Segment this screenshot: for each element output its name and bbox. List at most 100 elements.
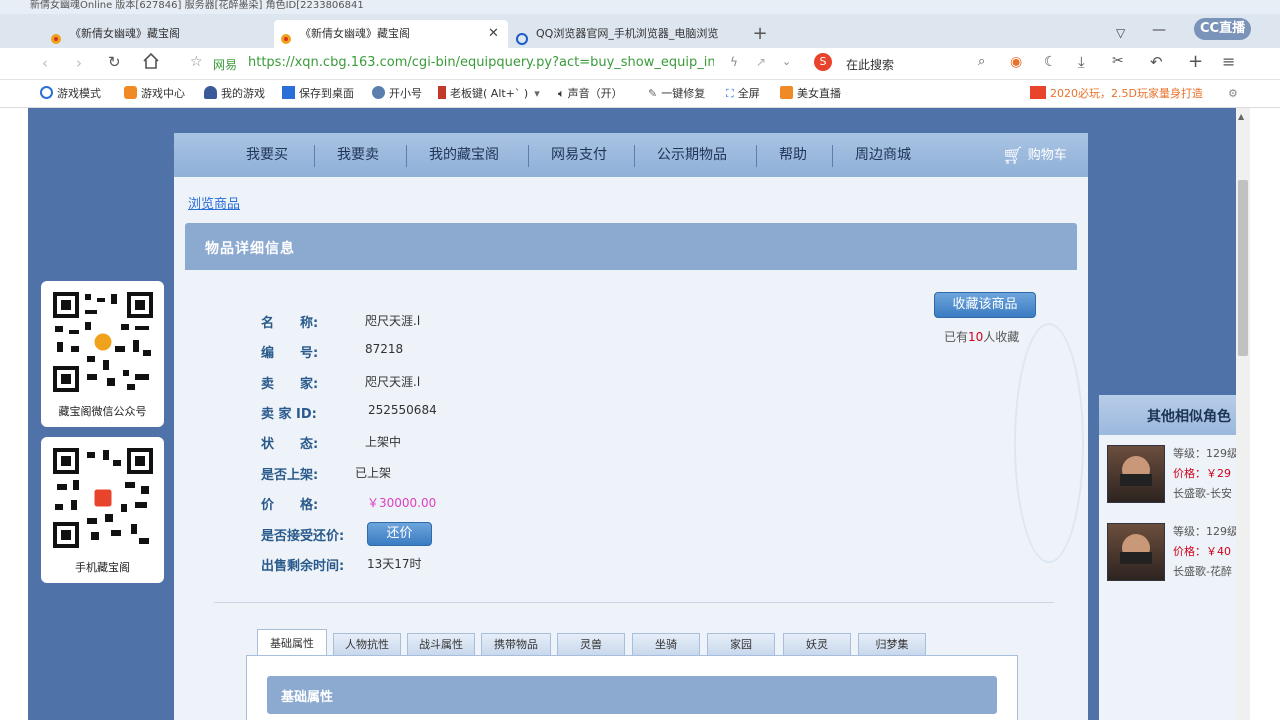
- detail-remaining-time: 出售剩余时间: 13天17时: [261, 557, 422, 574]
- divider: [214, 602, 1054, 603]
- cart-link[interactable]: 🛒︎ 购物车: [1002, 145, 1067, 167]
- share-icon[interactable]: ↗: [756, 55, 766, 69]
- similar-title: 其他相似角色: [1147, 409, 1231, 425]
- tie-icon: [438, 86, 446, 99]
- nav-help[interactable]: 帮助: [779, 133, 807, 177]
- bookmark-repair[interactable]: ✎ 一键修复: [648, 85, 705, 103]
- tab-home[interactable]: 家园: [707, 633, 775, 655]
- wrench-icon: ✎: [648, 87, 658, 100]
- section-title: 物品详细信息: [205, 241, 295, 257]
- similar-item[interactable]: 等级：129级 价格：￥29 长盛歌-长安: [1099, 445, 1236, 505]
- nav-buy[interactable]: 我要买: [246, 133, 288, 177]
- tab-bar: 《新倩女幽魂》藏宝阁 《新倩女幽魂》藏宝阁 ✕ QQ浏览器官网_手机浏览器_电脑…: [0, 14, 1280, 48]
- shirt-icon[interactable]: ▽: [1116, 26, 1125, 40]
- nav-separator: [634, 145, 635, 167]
- favorite-count-text: 已有10人收藏: [944, 330, 1020, 344]
- nav-sell[interactable]: 我要卖: [337, 133, 379, 177]
- forward-icon[interactable]: ›: [76, 54, 82, 72]
- tab-resistances[interactable]: 人物抗性: [333, 633, 401, 655]
- tab-combat-attributes[interactable]: 战斗属性: [407, 633, 475, 655]
- ad-banner[interactable]: 2020必玩，2.5D玩家量身打造: [1030, 85, 1203, 103]
- users-icon: [372, 86, 385, 99]
- plus-icon[interactable]: +: [1188, 51, 1203, 72]
- similar-panel: 其他相似角色 等级：129级 价格：￥29 长盛歌-长安 等级：129级 价格：…: [1099, 395, 1236, 720]
- bolt-icon[interactable]: ϟ: [730, 55, 738, 69]
- cc-live-logo: CC直播: [1194, 18, 1252, 40]
- tab-label: QQ浏览器官网_手机浏览器_电脑浏览: [536, 27, 719, 40]
- flower-icon: [280, 28, 292, 44]
- tab-dream-collection[interactable]: 归梦集: [858, 633, 926, 655]
- game-mode-icon: [40, 86, 53, 99]
- menu-icon[interactable]: ≡: [1222, 52, 1235, 71]
- similar-item[interactable]: 等级：129级 价格：￥40 长盛歌-花醉: [1099, 523, 1236, 583]
- star-icon[interactable]: ☆: [190, 54, 203, 70]
- scroll-up-icon[interactable]: ▲: [1238, 112, 1244, 121]
- similar-server: 长盛歌-长安: [1173, 487, 1232, 500]
- refresh-icon[interactable]: ↻: [108, 53, 121, 71]
- user-icon: [204, 86, 217, 99]
- similar-price: 价格：￥29: [1173, 467, 1231, 480]
- bookmark-my-games[interactable]: 我的游戏: [204, 85, 265, 103]
- live-icon: [780, 86, 793, 99]
- nav-merch[interactable]: 周边商城: [855, 133, 911, 177]
- bookmark-boss-key[interactable]: 老板键( Alt+` ) ▾: [438, 85, 540, 103]
- chevron-down-icon[interactable]: ⌄: [782, 55, 791, 68]
- close-tab-icon[interactable]: ✕: [488, 20, 502, 48]
- bookmark-live[interactable]: 美女直播: [780, 85, 841, 103]
- detail-listed: 是否上架: 已上架: [261, 466, 392, 483]
- home-icon[interactable]: [142, 52, 160, 73]
- qq-browser-icon: [516, 28, 528, 45]
- undo-icon[interactable]: ↶: [1150, 53, 1163, 71]
- bookmarks-bar: 游戏模式 游戏中心 我的游戏 保存到桌面 开小号 老板键( Alt+` ) ▾ 🔈…: [0, 80, 1280, 108]
- bookmark-game-center[interactable]: 游戏中心: [124, 85, 185, 103]
- wechat-qr-caption: 藏宝阁微信公众号: [58, 405, 147, 418]
- subpanel-title: 基础属性: [281, 690, 334, 705]
- tab-mount[interactable]: 坐骑: [632, 633, 700, 655]
- bookmark-alt-account[interactable]: 开小号: [372, 85, 422, 103]
- new-tab-button[interactable]: +: [750, 20, 770, 48]
- search-icon[interactable]: ⌕: [978, 54, 985, 69]
- night-mode-icon[interactable]: ☾: [1044, 54, 1057, 70]
- scissors-icon[interactable]: ✂: [1112, 53, 1124, 69]
- favorite-button[interactable]: 收藏该商品: [934, 292, 1036, 318]
- speaker-icon: 🔈︎: [558, 87, 565, 100]
- bargain-button[interactable]: 还价: [367, 522, 432, 546]
- browser-tab-3[interactable]: QQ浏览器官网_手机浏览器_电脑浏览: [510, 20, 740, 48]
- page-scrollbar[interactable]: ▲: [1236, 108, 1250, 720]
- chevron-down-icon: ▾: [534, 87, 540, 100]
- site-badge: 网易: [213, 58, 238, 72]
- tab-demon-spirit[interactable]: 妖灵: [783, 633, 851, 655]
- cart-icon: 🛒︎: [1002, 146, 1024, 166]
- minimize-icon[interactable]: —: [1152, 22, 1166, 38]
- tab-spirit-beast[interactable]: 灵兽: [557, 633, 625, 655]
- url-field[interactable]: https://xqn.cbg.163.com/cgi-bin/equipque…: [248, 55, 714, 70]
- nav-separator: [406, 145, 407, 167]
- bookmark-fullscreen[interactable]: ⛶ 全屏: [726, 85, 760, 103]
- back-icon[interactable]: ‹: [42, 54, 48, 72]
- similar-level: 等级：129级: [1173, 525, 1236, 538]
- bookmark-save-desktop[interactable]: 保存到桌面: [282, 85, 354, 103]
- tab-carried-items[interactable]: 携带物品: [481, 633, 551, 655]
- bookmark-game-mode[interactable]: 游戏模式: [40, 85, 101, 103]
- character-avatar: [1107, 445, 1165, 503]
- tab-basic-attributes[interactable]: 基础属性: [257, 629, 327, 657]
- nav-public-items[interactable]: 公示期物品: [657, 133, 727, 177]
- breadcrumb[interactable]: 浏览商品: [188, 193, 240, 212]
- scrollbar-thumb[interactable]: [1238, 180, 1248, 356]
- settings-icon[interactable]: ⚙: [1228, 85, 1238, 103]
- browser-tab-2[interactable]: 《新倩女幽魂》藏宝阁 ✕: [274, 20, 508, 48]
- wechat-qr-code[interactable]: [51, 290, 155, 394]
- mobile-qr-code[interactable]: [51, 446, 155, 550]
- gamepad-icon[interactable]: ◉: [1010, 54, 1022, 70]
- search-engine-icon[interactable]: S: [814, 53, 832, 71]
- main-panel: 我要买 我要卖 我的藏宝阁 网易支付 公示期物品 帮助 周边商城 🛒︎ 购物车 …: [174, 133, 1088, 720]
- nav-netease-pay[interactable]: 网易支付: [551, 133, 607, 177]
- browser-tab-1[interactable]: 《新倩女幽魂》藏宝阁: [44, 20, 272, 48]
- search-input[interactable]: 在此搜索: [846, 56, 894, 73]
- bookmark-sound[interactable]: 🔈︎ 声音（开）: [558, 85, 623, 103]
- nav-my-cbg[interactable]: 我的藏宝阁: [429, 133, 499, 177]
- game-center-icon: [124, 86, 137, 99]
- tab-label: 《新倩女幽魂》藏宝阁: [300, 27, 410, 40]
- detail-seller-id: 卖 家 ID: 252550684: [261, 403, 437, 422]
- download-icon[interactable]: ⤓: [1078, 53, 1085, 71]
